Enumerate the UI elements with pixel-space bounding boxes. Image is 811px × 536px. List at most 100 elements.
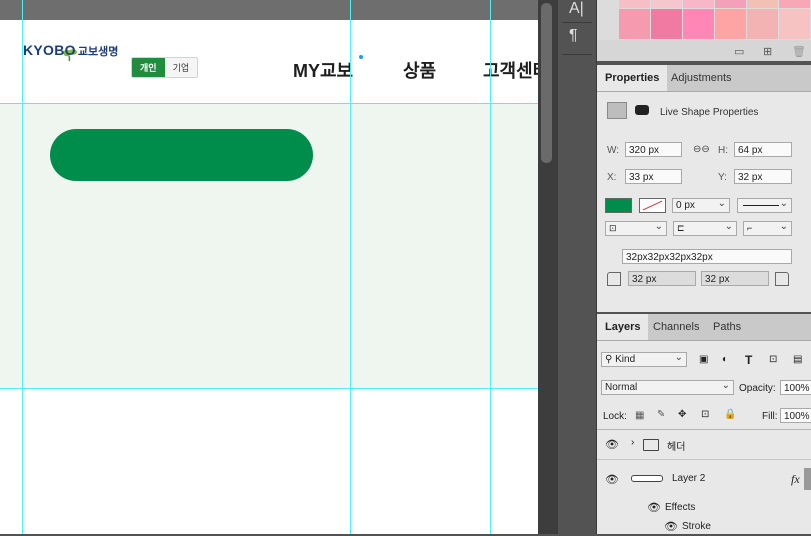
trash-icon[interactable]: 🗑 bbox=[792, 45, 806, 58]
stroke-style-dropdown[interactable] bbox=[737, 197, 792, 213]
tab-adjustments[interactable]: Adjustments bbox=[663, 65, 740, 91]
nav-products[interactable]: 상품 bbox=[403, 57, 436, 83]
y-field[interactable]: 32 px bbox=[734, 169, 792, 184]
nav-new-dot bbox=[359, 55, 363, 59]
guide-vertical[interactable] bbox=[350, 0, 351, 534]
swatch[interactable] bbox=[715, 0, 746, 8]
height-field[interactable]: 64 px bbox=[734, 142, 792, 157]
kyobo-logo[interactable]: KYOBO 교보생명 bbox=[23, 42, 118, 59]
swatch[interactable] bbox=[779, 0, 810, 8]
layer-row[interactable]: 👁 Layer 2 fx bbox=[597, 464, 811, 494]
scrollbar-thumb[interactable] bbox=[541, 3, 552, 163]
fill-color-swatch[interactable] bbox=[605, 198, 632, 213]
mask-icon[interactable] bbox=[633, 102, 653, 119]
width-field[interactable]: 320 px bbox=[625, 142, 682, 157]
opacity-label: Opacity: bbox=[739, 383, 776, 394]
lock-brush-icon[interactable]: ✎ bbox=[657, 409, 665, 420]
nav-customer-center[interactable]: 고객센터 bbox=[483, 57, 538, 83]
properties-tabbar: Properties Adjustments bbox=[597, 65, 811, 92]
logo-text-kr: 교보생명 bbox=[77, 46, 119, 58]
effects-label: Effects bbox=[665, 502, 696, 513]
swatch[interactable] bbox=[651, 0, 682, 8]
corner-tl-field[interactable]: 32 px bbox=[628, 271, 696, 286]
corner-summary-field[interactable]: 32px32px32px32px bbox=[622, 249, 792, 264]
swatch[interactable] bbox=[683, 9, 714, 39]
filter-type-icon[interactable]: T bbox=[745, 353, 752, 367]
visibility-eye-icon[interactable]: 👁 bbox=[664, 520, 678, 533]
folder-icon[interactable]: ▭ bbox=[734, 45, 744, 58]
swatches-footer: ▭ ⊞ 🗑 bbox=[597, 40, 811, 61]
canvas-scrollbar[interactable] bbox=[538, 0, 557, 534]
layer-name: Layer 2 bbox=[672, 473, 706, 484]
layer-name: 헤더 bbox=[667, 442, 686, 453]
tab-properties[interactable]: Properties bbox=[597, 65, 668, 91]
guide-horizontal[interactable] bbox=[0, 103, 538, 104]
layers-panel: Layers Channels Paths ⚲ Kind ▣ ◐ T ⊡ ▤ N… bbox=[597, 314, 811, 534]
search-icon: ⚲ bbox=[605, 354, 613, 365]
lock-all-icon[interactable]: 🔒 bbox=[724, 409, 736, 420]
visibility-eye-icon[interactable]: 👁 bbox=[647, 501, 661, 514]
link-icon[interactable]: ⊖⊖ bbox=[693, 144, 710, 155]
lock-transparent-icon[interactable]: ▦ bbox=[635, 410, 644, 421]
corner-tr-field[interactable]: 32 px bbox=[701, 271, 769, 286]
swatch[interactable] bbox=[715, 9, 746, 39]
stroke-effect-label: Stroke bbox=[682, 521, 711, 532]
chevron-right-icon[interactable]: › bbox=[631, 437, 634, 448]
filter-smart-icon[interactable]: ▤ bbox=[793, 354, 802, 365]
live-shape-icon[interactable] bbox=[607, 102, 627, 119]
stroke-align-dropdown[interactable]: ⊡ bbox=[605, 220, 667, 236]
corner-tr-icon bbox=[775, 272, 789, 286]
stroke-color-swatch[interactable] bbox=[639, 198, 666, 213]
character-panel-icon[interactable]: A| bbox=[569, 0, 584, 18]
stroke-join-dropdown[interactable]: ⌐ bbox=[743, 220, 792, 236]
tab-channels[interactable]: Channels bbox=[645, 314, 707, 340]
paragraph-panel-icon[interactable]: ¶ bbox=[569, 27, 578, 45]
layer-group-row[interactable]: 👁 › 헤더 bbox=[597, 432, 811, 458]
guide-vertical[interactable] bbox=[22, 0, 23, 534]
toggle-personal[interactable]: 개인 bbox=[132, 58, 165, 77]
guide-vertical[interactable] bbox=[490, 0, 491, 534]
visibility-eye-icon[interactable]: 👁 bbox=[605, 438, 619, 451]
nav-my-kyobo[interactable]: MY교보 bbox=[293, 57, 353, 83]
layer-filter-dropdown[interactable]: ⚲ Kind bbox=[601, 351, 687, 367]
properties-panel: Properties Adjustments Live Shape Proper… bbox=[597, 65, 811, 312]
layers-tabbar: Layers Channels Paths bbox=[597, 314, 811, 341]
tab-paths[interactable]: Paths bbox=[705, 314, 749, 340]
swatch[interactable] bbox=[779, 9, 810, 39]
fx-icon[interactable]: fx bbox=[791, 472, 800, 487]
customer-type-toggle[interactable]: 개인 기업 bbox=[131, 57, 199, 78]
blend-mode-dropdown[interactable]: Normal bbox=[601, 379, 734, 395]
swatch[interactable] bbox=[683, 0, 714, 8]
panel-scrollbar[interactable] bbox=[804, 468, 811, 490]
visibility-eye-icon[interactable]: 👁 bbox=[605, 473, 619, 486]
lock-move-icon[interactable]: ✥ bbox=[678, 409, 686, 420]
swatch[interactable] bbox=[651, 9, 682, 39]
right-panel-dock: ▭ ⊞ 🗑 Properties Adjustments Live Shape … bbox=[597, 0, 811, 534]
section-title: Live Shape Properties bbox=[660, 107, 759, 118]
tab-layers[interactable]: Layers bbox=[597, 314, 649, 340]
guide-horizontal[interactable] bbox=[0, 388, 538, 389]
effects-row[interactable]: 👁 Effects bbox=[597, 499, 811, 517]
swatch[interactable] bbox=[619, 9, 650, 39]
swatch[interactable] bbox=[747, 0, 778, 8]
toggle-business[interactable]: 기업 bbox=[164, 58, 198, 77]
green-rounded-rectangle[interactable] bbox=[50, 129, 313, 181]
lock-label: Lock: bbox=[603, 411, 627, 422]
document-canvas[interactable]: KYOBO교보생명 개인 기업 MY교보 상품 고객센터 bbox=[0, 0, 538, 534]
width-label: W: bbox=[607, 145, 620, 156]
document-top-strip bbox=[0, 0, 538, 20]
swatch[interactable] bbox=[747, 9, 778, 39]
lock-artboard-icon[interactable]: ⊡ bbox=[701, 409, 709, 420]
filter-pixel-icon[interactable]: ▣ bbox=[699, 354, 708, 365]
filter-kind-label: Kind bbox=[615, 354, 636, 365]
filter-shape-icon[interactable]: ⊡ bbox=[769, 354, 777, 365]
swatch[interactable] bbox=[619, 0, 650, 8]
stroke-cap-dropdown[interactable]: ⊏ bbox=[673, 220, 737, 236]
filter-adjustment-icon[interactable]: ◐ bbox=[722, 354, 728, 365]
stroke-width-dropdown[interactable]: 0 px bbox=[672, 197, 730, 213]
opacity-field[interactable]: 100% bbox=[780, 380, 811, 395]
stroke-effect-row[interactable]: 👁 Stroke bbox=[597, 518, 811, 536]
new-swatch-icon[interactable]: ⊞ bbox=[763, 45, 772, 58]
x-field[interactable]: 33 px bbox=[625, 169, 682, 184]
fill-field[interactable]: 100% bbox=[780, 408, 811, 423]
